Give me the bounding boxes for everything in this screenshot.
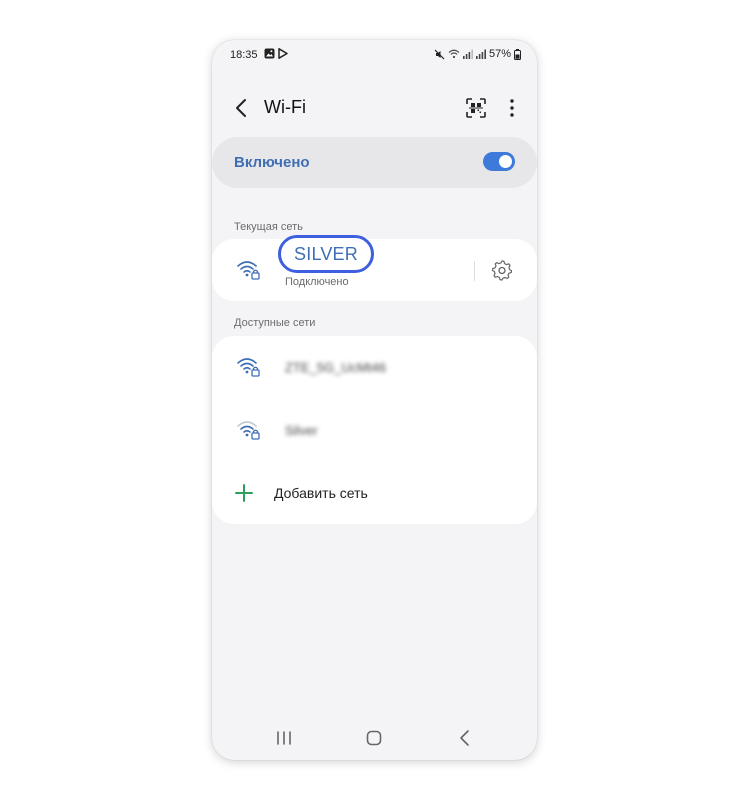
add-network-label: Добавить сеть (274, 485, 368, 501)
available-networks-section-label: Доступные сети (234, 317, 316, 329)
network-item[interactable]: Silver (212, 399, 537, 459)
current-network-status: Подключено (285, 276, 349, 288)
wifi-lock-icon (237, 358, 260, 377)
mute-icon (434, 49, 445, 59)
signal-icon (462, 49, 473, 59)
home-icon[interactable] (362, 726, 386, 750)
battery-percent: 57% (488, 48, 511, 60)
phone-screen: 18:35 57% Wi-Fi Включено Текущая сеть SI… (212, 40, 537, 760)
wifi-toggle-row[interactable]: Включено (212, 137, 537, 188)
current-network-name: SILVER (294, 243, 358, 264)
plus-icon (235, 484, 253, 502)
status-left-icons (264, 48, 288, 59)
recents-icon[interactable] (272, 726, 296, 750)
status-bar: 18:35 57% (212, 40, 537, 70)
navigation-bar (212, 716, 537, 760)
back-icon[interactable] (453, 726, 477, 750)
status-time: 18:35 (230, 49, 258, 61)
switch-knob (499, 155, 512, 168)
wifi-lock-icon (237, 421, 260, 440)
gallery-icon (264, 48, 275, 59)
more-vert-icon[interactable] (505, 97, 519, 119)
network-name: Silver (285, 423, 318, 438)
divider (474, 261, 475, 281)
wifi-toggle-label: Включено (234, 154, 310, 171)
qr-scan-icon[interactable] (465, 97, 487, 119)
play-store-icon (278, 48, 288, 59)
wifi-status-icon (448, 49, 460, 59)
network-name: ZTE_5G_UcMt46 (285, 360, 387, 375)
page-title: Wi-Fi (264, 97, 306, 117)
network-item[interactable]: ZTE_5G_UcMt46 (212, 336, 537, 396)
current-network-card[interactable] (212, 239, 537, 301)
current-network-name-highlight[interactable]: SILVER (278, 235, 374, 273)
battery-icon (514, 48, 521, 60)
add-network-button[interactable] (212, 463, 537, 523)
status-right: 57% (434, 48, 521, 60)
signal-icon (475, 49, 486, 59)
chevron-left-icon[interactable] (230, 96, 254, 120)
wifi-switch[interactable] (483, 152, 515, 171)
gear-icon[interactable] (491, 259, 513, 281)
wifi-lock-icon (237, 261, 260, 280)
app-header: Wi-Fi (212, 90, 537, 126)
current-network-section-label: Текущая сеть (234, 221, 303, 233)
